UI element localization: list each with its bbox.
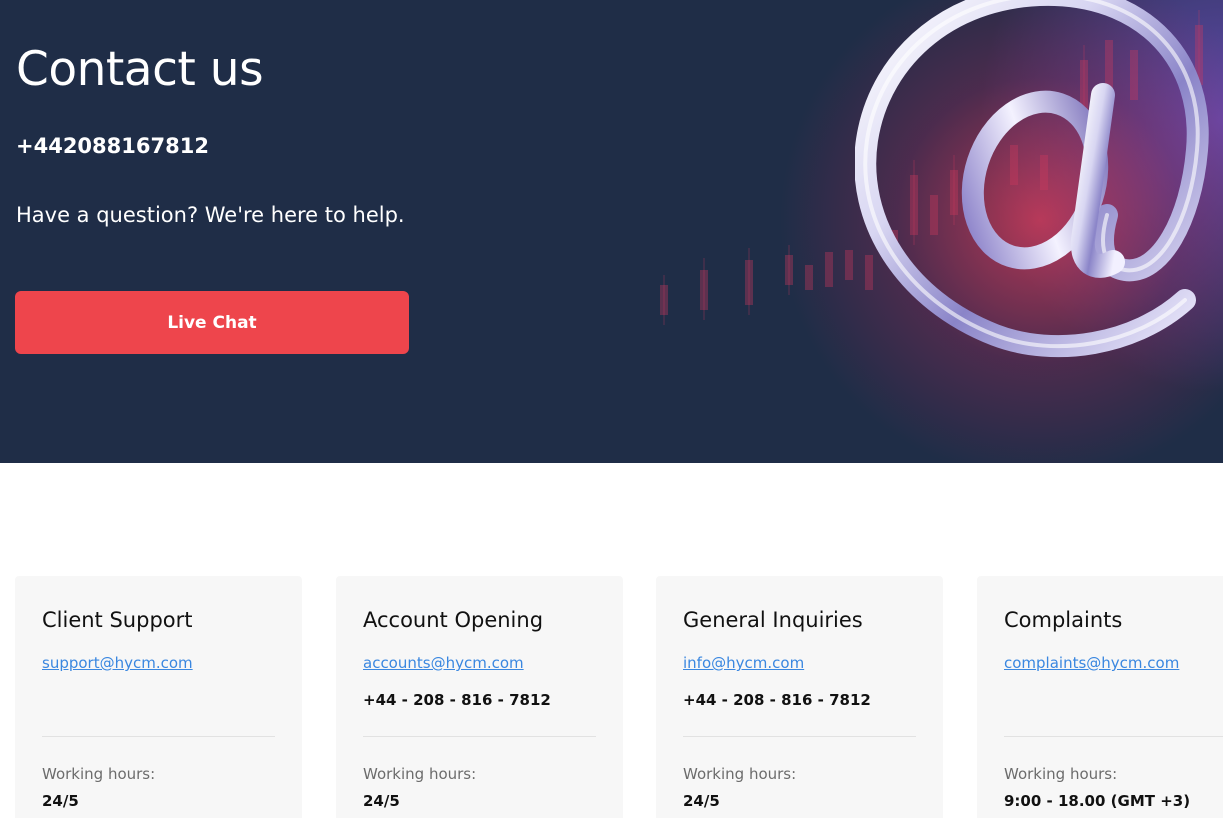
card-hours-label: Working hours:: [683, 765, 797, 783]
card-hours-label: Working hours:: [1004, 765, 1118, 783]
card-hours-label: Working hours:: [363, 765, 477, 783]
page-title: Contact us: [16, 42, 264, 97]
card-divider: [683, 736, 916, 737]
live-chat-button[interactable]: Live Chat: [15, 291, 409, 354]
card-phone-number[interactable]: +44 - 208 - 816 - 7812: [683, 691, 871, 709]
card-client-support: Client Support support@hycm.com Working …: [15, 576, 302, 818]
card-hours-value: 24/5: [363, 792, 400, 810]
card-complaints: Complaints complaints@hycm.com Working h…: [977, 576, 1223, 818]
hero-subtitle: Have a question? We're here to help.: [16, 203, 405, 227]
card-title: Complaints: [1004, 608, 1123, 632]
card-hours-value: 24/5: [683, 792, 720, 810]
card-title: Account Opening: [363, 608, 544, 632]
card-email-link[interactable]: accounts@hycm.com: [363, 654, 524, 672]
at-sign-icon: [855, 0, 1209, 358]
card-email-link[interactable]: info@hycm.com: [683, 654, 804, 672]
contact-cards: Client Support support@hycm.com Working …: [15, 576, 1223, 818]
contact-hero: Contact us +442088167812 Have a question…: [0, 0, 1223, 463]
card-divider: [363, 736, 596, 737]
card-hours-value: 9:00 - 18.00 (GMT +3): [1004, 792, 1191, 810]
card-general-inquiries: General Inquiries info@hycm.com +44 - 20…: [656, 576, 943, 818]
card-divider: [1004, 736, 1223, 737]
card-hours-value: 24/5: [42, 792, 79, 810]
card-phone-number[interactable]: +44 - 208 - 816 - 7812: [363, 691, 551, 709]
card-account-opening: Account Opening accounts@hycm.com +44 - …: [336, 576, 623, 818]
card-hours-label: Working hours:: [42, 765, 156, 783]
card-email-link[interactable]: complaints@hycm.com: [1004, 654, 1179, 672]
card-title: Client Support: [42, 608, 193, 632]
card-email-link[interactable]: support@hycm.com: [42, 654, 193, 672]
card-title: General Inquiries: [683, 608, 863, 632]
hero-phone-number[interactable]: +442088167812: [16, 134, 209, 158]
card-divider: [42, 736, 275, 737]
